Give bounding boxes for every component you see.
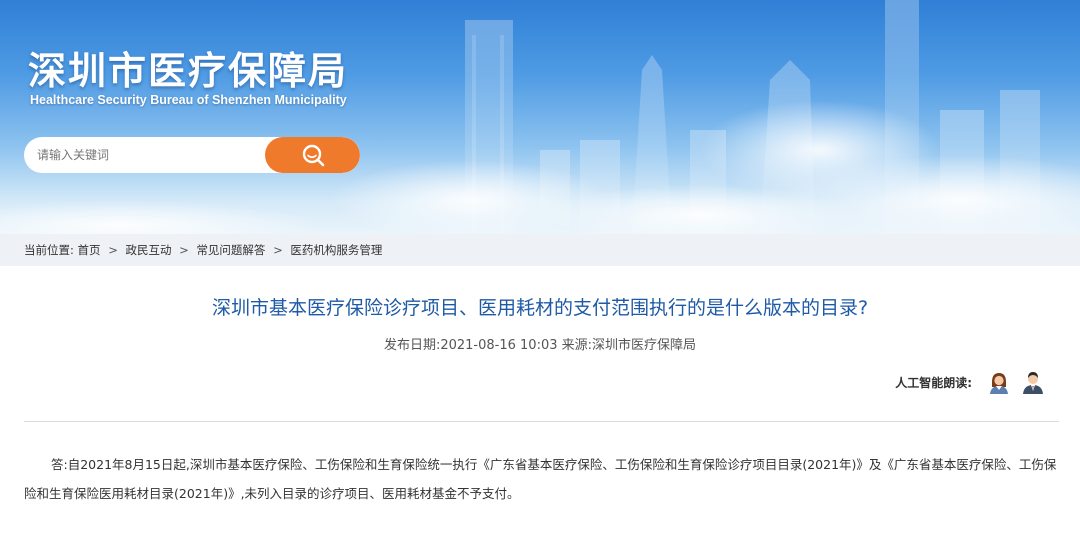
breadcrumb-separator: > [273, 243, 283, 257]
breadcrumb-separator: > [179, 243, 189, 257]
breadcrumb-item-interaction[interactable]: 政民互动 [125, 243, 171, 257]
breadcrumb-item-institution-management[interactable]: 医药机构服务管理 [290, 243, 382, 257]
article-body: 答:自2021年8月15日起,深圳市基本医疗保险、工伤保险和生育保险统一执行《广… [24, 457, 1057, 501]
site-subtitle: Healthcare Security Bureau of Shenzhen M… [30, 93, 347, 107]
tts-label: 人工智能朗读: [895, 375, 972, 390]
breadcrumb-item-faq[interactable]: 常见问题解答 [196, 243, 265, 257]
content-divider [24, 421, 1059, 422]
tts-reader: 人工智能朗读: [895, 367, 1046, 397]
search-bar [24, 137, 360, 173]
breadcrumb-item-home[interactable]: 首页 [78, 243, 101, 257]
search-input[interactable] [24, 137, 269, 173]
header-banner: 深圳市医疗保障局 Healthcare Security Bureau of S… [0, 0, 1080, 234]
search-button[interactable] [265, 137, 360, 173]
female-voice-icon[interactable] [986, 369, 1012, 395]
breadcrumb: 当前位置: 首页 > 政民互动 > 常见问题解答 > 医药机构服务管理 [0, 234, 1080, 266]
site-title: 深圳市医疗保障局 [28, 49, 349, 93]
male-voice-icon[interactable] [1020, 369, 1046, 395]
article-title: 深圳市基本医疗保险诊疗项目、医用耗材的支付范围执行的是什么版本的目录? [211, 297, 869, 319]
search-icon [302, 144, 324, 167]
breadcrumb-separator: > [108, 243, 118, 257]
city-skyline-illustration [0, 0, 1080, 234]
breadcrumb-prefix: 当前位置: [24, 243, 74, 257]
article-meta: 发布日期:2021-08-16 10:03 来源:深圳市医疗保障局 [383, 338, 697, 353]
